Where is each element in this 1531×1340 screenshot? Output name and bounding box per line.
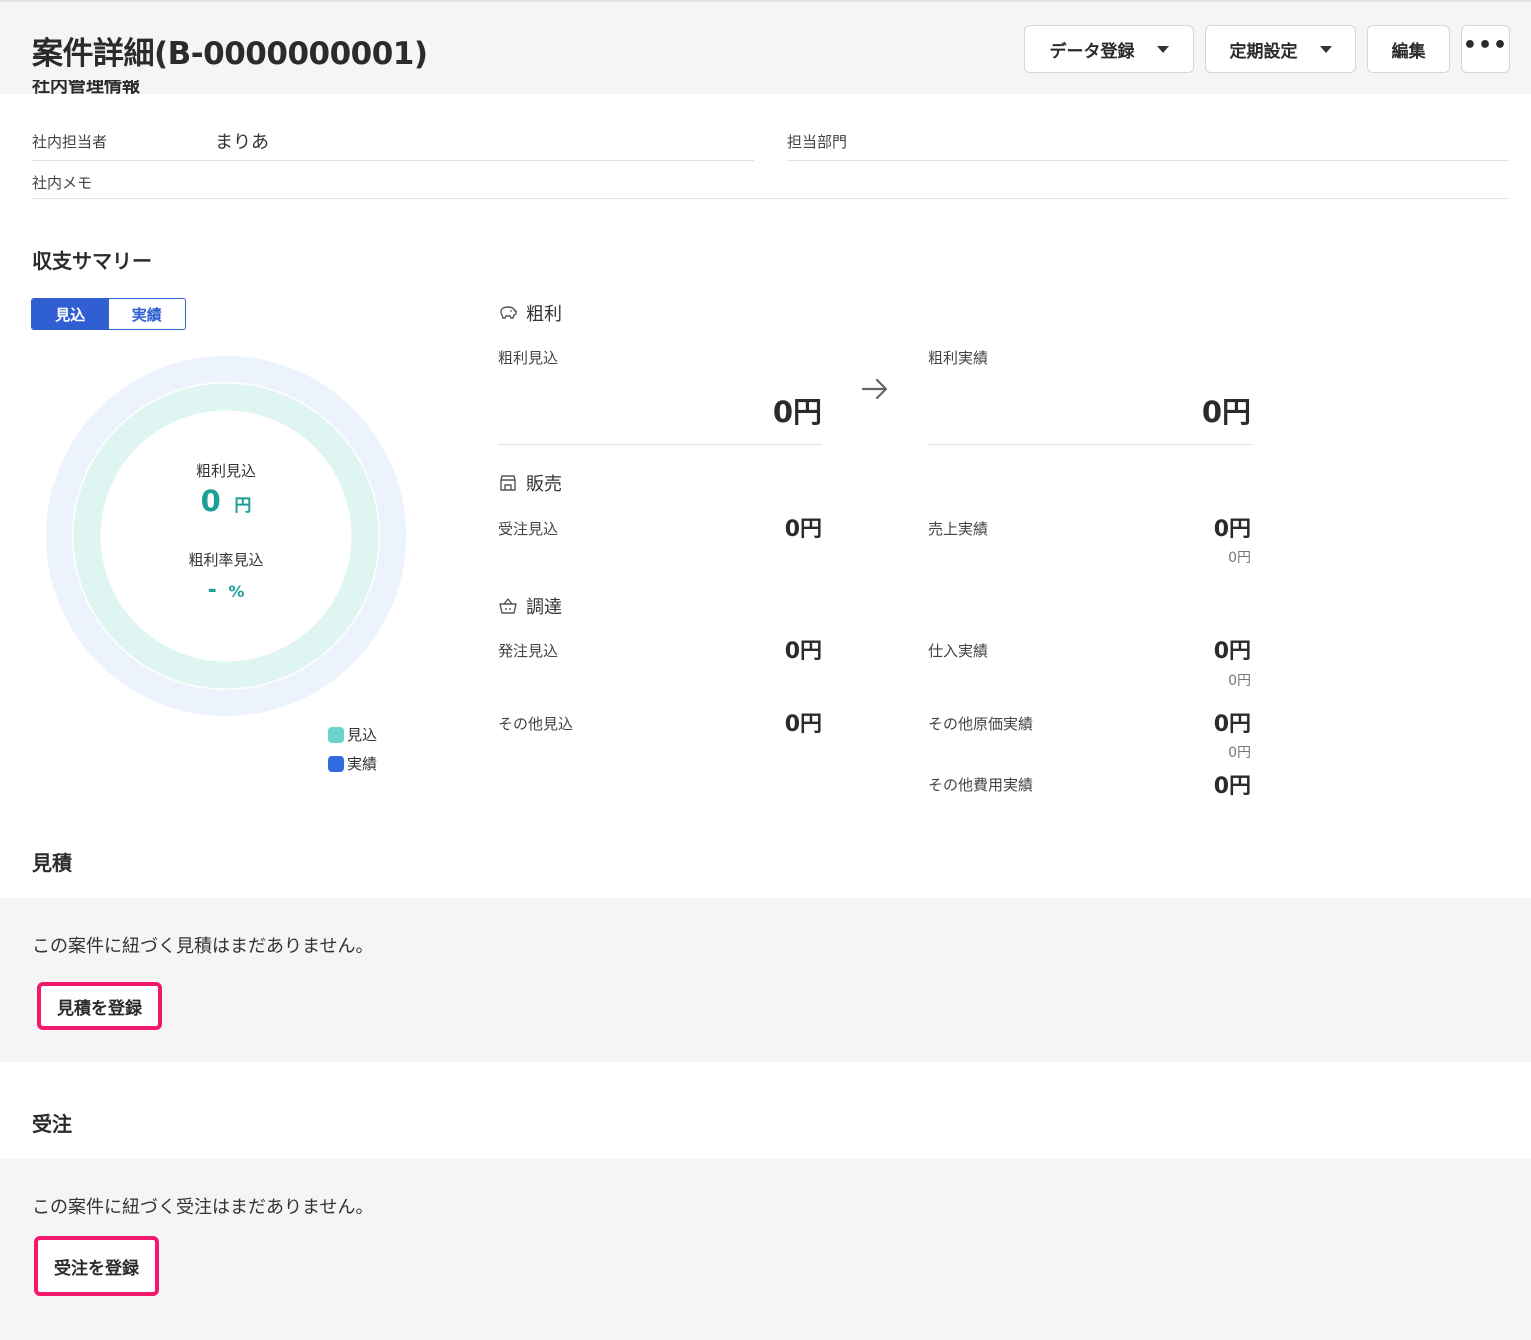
donut-profit-value: 0 円 (126, 484, 326, 518)
arrow-right-icon (861, 378, 888, 400)
sales-actual-label: 売上実績 (928, 520, 989, 538)
profit-forecast-value: 0円 (772, 395, 822, 429)
procurement-forecast-label: 発注見込 (498, 642, 559, 660)
divider (32, 160, 754, 161)
donut-inner-ring (73, 383, 379, 689)
other-forecast-label: その他見込 (498, 715, 574, 733)
order-title: 受注 (32, 1112, 72, 1136)
divider (928, 444, 1252, 445)
sales-category-label: 販売 (526, 474, 562, 495)
more-button[interactable]: ••• (1461, 25, 1510, 73)
estimate-empty-text: この案件に紐づく見積はまだありません。 (32, 936, 374, 957)
summary-title: 収支サマリー (32, 249, 152, 273)
legend-actual-swatch (328, 755, 344, 772)
profit-actual-value: 0円 (1201, 395, 1251, 429)
edit-label: 編集 (1391, 41, 1426, 62)
internal-person-value: まりあ (215, 132, 269, 153)
sales-category: 販売 (498, 470, 562, 496)
other-expense-label: その他費用実績 (928, 776, 1034, 794)
internal-memo-label: 社内メモ (32, 174, 93, 192)
procurement-forecast-value: 0円 (784, 639, 822, 664)
order-empty-text: この案件に紐づく受注はまだありません。 (32, 1197, 374, 1218)
divider (32, 198, 1509, 199)
internal-person-label: 社内担当者 (32, 133, 108, 151)
caret-down-icon (1319, 45, 1332, 53)
estimate-title: 見積 (32, 851, 72, 875)
page-title: 案件詳細(B-0000000001) (32, 36, 428, 72)
register-order-button[interactable]: 受注を登録 (34, 1236, 159, 1296)
profit-actual-label: 粗利実績 (928, 349, 989, 367)
legend-actual-label: 実績 (347, 755, 378, 773)
other-forecast-value: 0円 (784, 712, 822, 737)
donut-rate-unit: % (228, 582, 245, 601)
register-estimate-button[interactable]: 見積を登録 (37, 982, 162, 1030)
more-dots-icon: ••• (1462, 33, 1509, 58)
piggy-bank-icon (500, 306, 517, 319)
estimate-panel: この案件に紐づく見積はまだありません。 見積を登録 (0, 898, 1531, 1062)
department-label: 担当部門 (787, 133, 848, 151)
sales-actual-value: 0円 (1213, 517, 1251, 542)
profit-donut-chart (46, 356, 406, 716)
donut-profit-unit: 円 (234, 496, 252, 516)
divider (498, 444, 822, 445)
sales-forecast-label: 受注見込 (498, 520, 559, 538)
caret-down-icon (1156, 45, 1169, 53)
other-cost-label: その他原価実績 (928, 715, 1034, 733)
donut-profit-number: 0 (200, 484, 221, 518)
other-expense-value: 0円 (1213, 774, 1251, 799)
edit-button[interactable]: 編集 (1367, 25, 1450, 73)
basket-icon (499, 598, 517, 614)
periodic-setting-button[interactable]: 定期設定 (1205, 25, 1356, 73)
periodic-setting-label: 定期設定 (1229, 41, 1298, 62)
procurement-actual-sub: 0円 (1228, 673, 1251, 689)
data-register-button[interactable]: データ登録 (1024, 25, 1194, 73)
procurement-category: 調達 (498, 593, 562, 619)
legend-forecast: 見込 (328, 724, 377, 745)
order-panel: この案件に紐づく受注はまだありません。 受注を登録 (0, 1159, 1531, 1340)
procurement-actual-value: 0円 (1213, 639, 1251, 664)
profit-forecast-label: 粗利見込 (498, 349, 559, 367)
sales-forecast-value: 0円 (784, 517, 822, 542)
legend-forecast-label: 見込 (347, 726, 378, 744)
profit-category: 粗利 (498, 300, 562, 326)
store-icon (500, 475, 516, 491)
internal-section-title: 社内管理情報 (32, 80, 140, 94)
other-cost-value: 0円 (1213, 712, 1251, 737)
toggle-actual[interactable]: 実績 (108, 299, 185, 329)
donut-rate-number: - (207, 578, 217, 603)
divider (787, 160, 1509, 161)
forecast-actual-toggle: 見込 実績 (31, 298, 186, 330)
donut-rate-value: - % (126, 578, 326, 603)
donut-rate-label: 粗利率見込 (188, 551, 264, 569)
data-register-label: データ登録 (1049, 41, 1135, 62)
procurement-actual-label: 仕入実績 (928, 642, 989, 660)
profit-category-label: 粗利 (526, 304, 562, 325)
sales-actual-sub: 0円 (1228, 550, 1251, 566)
legend-actual: 実績 (328, 753, 377, 774)
donut-outer-ring (46, 356, 406, 716)
other-cost-sub: 0円 (1228, 745, 1251, 761)
toggle-forecast[interactable]: 見込 (32, 299, 109, 329)
legend-forecast-swatch (328, 726, 344, 743)
donut-profit-label: 粗利見込 (195, 462, 256, 480)
procurement-category-label: 調達 (526, 597, 562, 618)
